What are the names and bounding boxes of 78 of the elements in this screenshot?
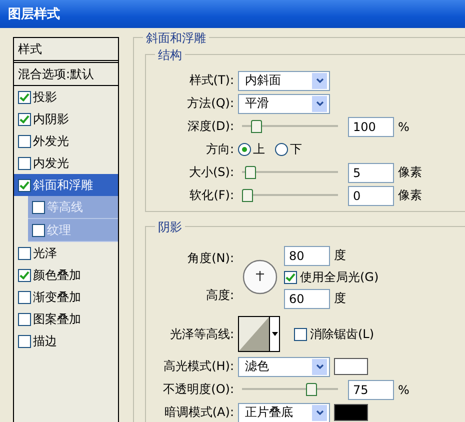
checkbox[interactable] xyxy=(18,156,31,170)
color-swatch[interactable] xyxy=(334,404,368,421)
unit-label: 像素 xyxy=(397,164,422,181)
field-label: 方向: xyxy=(204,141,235,158)
list-header: 样式 xyxy=(14,38,118,63)
field-label: 角度(N): xyxy=(186,250,235,267)
color-swatch[interactable] xyxy=(334,358,368,375)
checkbox[interactable] xyxy=(18,134,31,148)
checkbox[interactable] xyxy=(18,290,31,304)
chevron-down-icon xyxy=(312,358,327,374)
unit-label: % xyxy=(397,120,410,134)
group-title: 阴影 xyxy=(155,219,185,236)
dropdown[interactable]: 滤色 xyxy=(238,356,330,376)
dropdown[interactable]: 正片叠底 xyxy=(238,402,330,422)
checkbox[interactable] xyxy=(18,312,31,326)
dropdown[interactable]: 内斜面 xyxy=(238,70,330,90)
chevron-down-icon xyxy=(312,72,327,88)
checkbox[interactable] xyxy=(18,246,31,260)
style-item[interactable]: 颜色叠加 xyxy=(14,264,118,286)
number-field[interactable]: 100 xyxy=(348,116,394,136)
contour-picker[interactable] xyxy=(238,316,280,352)
field-label: 光泽等高线: xyxy=(168,326,235,342)
number-field[interactable]: 60 xyxy=(284,288,330,308)
style-item[interactable]: 内阴影 xyxy=(14,108,118,130)
checkbox[interactable] xyxy=(18,178,31,192)
slider-thumb[interactable] xyxy=(242,189,253,202)
group-title: 结构 xyxy=(155,47,185,64)
checkbox[interactable] xyxy=(284,270,297,284)
unit-label: 像素 xyxy=(397,187,422,204)
section-title: 斜面和浮雕 xyxy=(143,30,209,47)
field-label: 不透明度(O): xyxy=(162,381,235,398)
radio-option[interactable]: 下 xyxy=(275,141,302,158)
caret-icon xyxy=(269,317,279,351)
radio-button[interactable] xyxy=(238,143,251,156)
field-label: 样式(T): xyxy=(188,72,235,89)
number-field[interactable]: 75 xyxy=(348,380,394,400)
style-item[interactable]: 图案叠加 xyxy=(14,308,118,330)
checkbox[interactable] xyxy=(18,334,31,348)
angle-dial[interactable] xyxy=(242,259,278,295)
number-field[interactable]: 0 xyxy=(348,186,394,206)
slider-thumb[interactable] xyxy=(306,383,317,396)
blend-options-item[interactable]: 混合选项:默认 xyxy=(14,63,118,86)
field-label: 高光模式(H): xyxy=(162,358,235,375)
global-light-checkbox-row[interactable]: 使用全局光(G) xyxy=(284,268,379,286)
radio-option[interactable]: 上 xyxy=(238,141,265,158)
window-title: 图层样式 xyxy=(8,6,60,23)
style-item[interactable]: 光泽 xyxy=(14,242,118,264)
style-item[interactable]: 外发光 xyxy=(14,130,118,152)
field-label: 方法(Q): xyxy=(186,95,235,112)
checkbox[interactable] xyxy=(18,90,31,104)
field-label: 深度(D): xyxy=(186,118,235,135)
checkbox-label: 消除锯齿(L) xyxy=(310,326,374,342)
checkbox[interactable] xyxy=(32,224,45,236)
checkbox[interactable] xyxy=(18,112,31,126)
field-label: 高度: xyxy=(204,287,235,304)
checkbox[interactable] xyxy=(18,268,31,282)
checkbox[interactable] xyxy=(294,328,307,340)
unit-label: % xyxy=(397,382,410,396)
dropdown[interactable]: 平滑 xyxy=(238,94,330,114)
style-item[interactable]: 描边 xyxy=(14,330,118,352)
style-item[interactable]: 斜面和浮雕 xyxy=(14,174,118,196)
number-field[interactable]: 80 xyxy=(284,246,330,266)
style-item[interactable]: 内发光 xyxy=(14,152,118,174)
field-label: 暗调模式(A): xyxy=(163,404,235,421)
style-item[interactable]: 投影 xyxy=(14,86,118,108)
contour-preview-icon xyxy=(239,317,269,351)
radio-button[interactable] xyxy=(275,143,288,156)
checkbox[interactable] xyxy=(32,200,45,214)
unit-label: 度 xyxy=(333,290,346,307)
chevron-down-icon xyxy=(312,404,327,420)
number-field[interactable]: 5 xyxy=(348,162,394,182)
chevron-down-icon xyxy=(312,96,327,112)
slider-thumb[interactable] xyxy=(244,166,256,179)
unit-label: 度 xyxy=(333,247,346,264)
style-item[interactable]: 渐变叠加 xyxy=(14,286,118,308)
slider-thumb[interactable] xyxy=(250,120,262,133)
field-label: 大小(S): xyxy=(188,164,235,181)
field-label: 软化(F): xyxy=(188,187,235,204)
